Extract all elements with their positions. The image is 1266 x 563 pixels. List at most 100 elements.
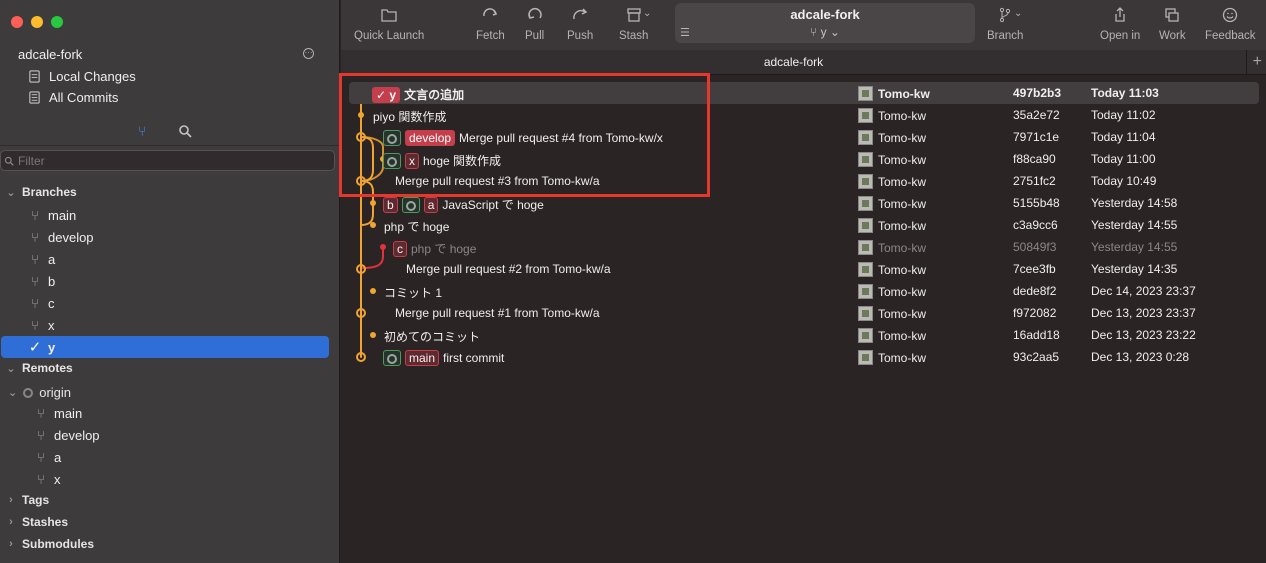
chevron-right-icon: › [9,494,13,506]
commit-message: Merge pull request #2 from Tomo-kw/a [406,262,611,276]
chevron-down-icon: ⌄ [6,362,16,375]
remote-origin[interactable]: ⌄ origin [8,382,71,402]
commit-date: Dec 13, 2023 23:22 [1091,328,1196,342]
commit-message: 初めてのコミット [384,330,481,344]
commit-date: Yesterday 14:55 [1091,240,1178,254]
commit-row[interactable]: c php で hoge Tomo-kw 50849f3 Yesterday 1… [341,236,1266,258]
work-button[interactable]: Work [1159,6,1186,42]
commit-hash: 7cee3fb [1013,262,1056,276]
commit-date: Today 11:02 [1091,108,1156,122]
pull-button[interactable]: Pull [525,6,544,42]
remote-ref-tag[interactable] [401,196,420,213]
sidebar-item-remote-x[interactable]: ⑂ x [34,469,60,489]
commit-row[interactable]: 初めてのコミット Tomo-kw 16add18 Dec 13, 2023 23… [341,324,1266,346]
commit-row[interactable]: コミット 1 Tomo-kw dede8f2 Dec 14, 2023 23:3… [341,280,1266,302]
quick-launch-button[interactable]: Quick Launch [354,6,424,42]
filter-input[interactable] [18,153,318,168]
commit-date: Today 11:03 [1091,86,1159,100]
commit-row[interactable]: php で hoge Tomo-kw c3a9cc6 Yesterday 14:… [341,214,1266,236]
github-icon [387,354,397,365]
repository-title-box[interactable]: adcale-fork ⑂ y ⌄ ☰ [675,3,975,43]
commit-row[interactable]: main first commit Tomo-kw 93c2aa5 Dec 13… [341,346,1266,368]
sidebar-item-branch-develop[interactable]: ⑂ develop [28,227,93,247]
branch-label: c [48,295,55,311]
author-name: Tomo-kw [878,306,927,321]
stash-dropdown-chevron-icon[interactable]: ⌄ [643,8,651,19]
chevron-down-icon: ⌄ [8,386,18,399]
chevron-right-icon: › [9,538,13,550]
sidebar-item-branch-c[interactable]: ⑂ c [28,293,55,313]
branch-dropdown-chevron-icon[interactable]: ⌄ [1014,8,1022,19]
branch-tab-icon[interactable]: ⑂ [138,123,146,139]
fetch-icon [483,8,498,17]
push-button[interactable]: Push [567,6,593,42]
stashes-section-label: Stashes [22,515,69,529]
submodules-section-header[interactable]: › Submodules [0,534,94,554]
zoom-window-button[interactable] [51,16,63,28]
stash-icon [627,8,641,22]
sidebar-item-remote-a[interactable]: ⑂ a [34,447,61,467]
remote-ref-tag[interactable] [383,350,401,366]
add-tab-icon[interactable]: + [1253,53,1262,71]
all-commits-nav[interactable]: All Commits [28,87,118,107]
current-branch-indicator[interactable]: ⑂ y ⌄ [675,25,975,39]
commit-author: Tomo-kw [858,350,926,365]
branch-ref-tag[interactable]: c [393,240,407,257]
author-name: Tomo-kw [878,350,927,365]
checkmark-icon: ✓ [28,339,42,356]
commit-author: Tomo-kw [858,86,930,101]
branches-section-header[interactable]: ⌄ Branches [0,182,76,202]
repo-options-icon[interactable]: ··· [303,48,314,59]
commit-hash: dede8f2 [1013,284,1057,298]
open-in-button[interactable]: Open in [1100,6,1140,42]
commit-row[interactable]: Merge pull request #2 from Tomo-kw/a Tom… [341,258,1266,280]
filter-field[interactable] [0,150,335,171]
author-name: Tomo-kw [878,152,927,167]
folder-icon [381,9,397,22]
commit-hash: c3a9cc6 [1013,218,1058,232]
commit-row[interactable]: Merge pull request #1 from Tomo-kw/a Tom… [341,302,1266,324]
list-icon[interactable]: ☰ [680,26,690,39]
remotes-section-header[interactable]: ⌄ Remotes [0,358,72,378]
commit-author: Tomo-kw [858,196,926,211]
branch-ref-tag[interactable]: a [423,196,439,213]
branch-ref-tag[interactable]: b [383,196,398,213]
sidebar-item-branch-x[interactable]: ⑂ x [28,315,54,335]
commit-hash: 16add18 [1013,328,1060,342]
branch-ref-tag[interactable]: main [405,350,440,366]
search-tab-icon[interactable] [178,124,192,138]
stashes-section-header[interactable]: › Stashes [0,512,68,532]
minimize-window-button[interactable] [31,16,43,28]
close-window-button[interactable] [11,16,23,28]
branch-icon [1000,7,1011,23]
author-name: Tomo-kw [878,130,927,145]
fetch-label: Fetch [476,30,505,42]
tags-section-header[interactable]: › Tags [0,490,49,510]
avatar [858,152,873,167]
sidebar-item-remote-develop[interactable]: ⑂ develop [34,425,99,445]
submodules-section-label: Submodules [22,537,95,551]
commit-author: Tomo-kw [858,284,926,299]
commit-message: JavaScript で hoge [442,198,544,212]
local-changes-nav[interactable]: Local Changes [28,66,136,86]
sidebar-item-remote-main[interactable]: ⑂ main [34,403,82,423]
branch-label: main [48,207,77,223]
feedback-button[interactable]: Feedback [1205,6,1256,42]
sidebar-item-branch-a[interactable]: ⑂ a [28,249,55,269]
sidebar-item-branch-main[interactable]: ⑂ main [28,205,76,225]
avatar [858,174,873,189]
sidebar-item-branch-y[interactable]: ✓ y [28,337,56,357]
all-commits-label: All Commits [49,89,119,105]
avatar [858,130,873,145]
author-name: Tomo-kw [878,108,927,123]
windows-icon [1165,8,1179,22]
fetch-button[interactable]: Fetch [476,6,505,42]
tab-adcale-fork[interactable]: adcale-fork [341,50,1247,75]
branch-icon: ⑂ [37,449,45,465]
sidebar-item-branch-b[interactable]: ⑂ b [28,271,55,291]
commit-message-cell: c php で hoge [393,240,476,257]
branch-icon: ⑂ [31,229,39,245]
commit-author: Tomo-kw [858,306,926,321]
author-name: Tomo-kw [878,86,930,101]
feedback-label: Feedback [1205,30,1256,42]
